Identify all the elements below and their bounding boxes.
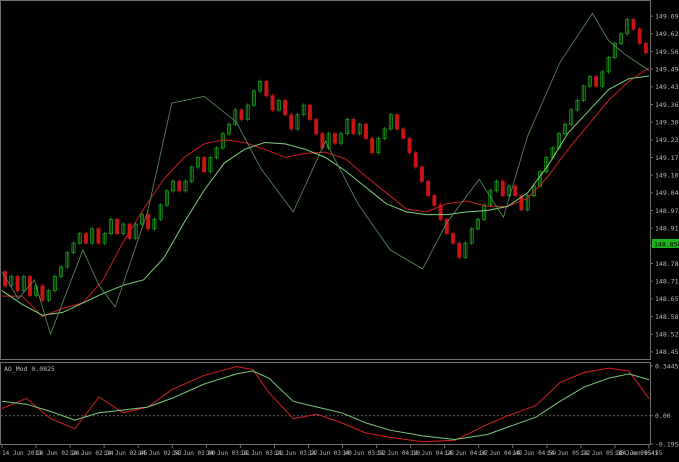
price-tick-label: 149.625: [655, 30, 679, 38]
price-tick-label: 149.430: [655, 83, 679, 91]
oscillator-tick-label: -0.1959: [655, 440, 679, 448]
bear-candle: [457, 242, 462, 258]
bear-candle: [370, 138, 375, 154]
bear-candle: [407, 138, 412, 154]
bear-candle: [419, 166, 424, 182]
bear-candle: [146, 214, 151, 230]
price-tick-label: 148.650: [655, 295, 679, 303]
price-tick-label: 148.780: [655, 260, 679, 268]
bear-candle: [202, 157, 207, 173]
bear-candle: [363, 123, 368, 139]
bear-candle: [84, 233, 88, 244]
bear-candle: [637, 28, 642, 44]
price-tick-label: 149.495: [655, 65, 679, 73]
oscillator-title: AO_Mod 0.0825: [4, 365, 55, 373]
current-price-label: 148.858: [654, 241, 679, 249]
bear-candle: [239, 109, 244, 120]
trading-chart[interactable]: 149.690 149.625 149.560 149.495 149.430 149.3…: [0, 0, 679, 458]
bear-candle: [332, 133, 337, 144]
bear-candle: [15, 276, 20, 292]
bear-candle: [401, 128, 406, 139]
time-tick-label: 14 Jun 05:55: [619, 450, 663, 457]
bear-candle: [413, 152, 418, 168]
bear-candle: [426, 180, 431, 196]
bear-candle: [283, 100, 288, 116]
bear-candle: [40, 285, 45, 301]
price-tick-label: 149.365: [655, 101, 679, 109]
price-tick-label: 149.300: [655, 118, 679, 126]
price-tick-label: 148.455: [655, 348, 679, 356]
bear-candle: [451, 233, 455, 244]
bear-candle: [264, 80, 269, 97]
bear-candle: [594, 76, 599, 87]
chart-svg: 149.690 149.625 149.560 149.495 149.430 149.3…: [0, 0, 679, 458]
price-tick-label: 148.975: [655, 207, 679, 215]
bear-candle: [438, 204, 443, 220]
price-tick-label: 148.715: [655, 277, 679, 285]
bear-candle: [307, 104, 312, 120]
price-tick-label: 149.235: [655, 136, 679, 144]
price-tick-label: 149.560: [655, 48, 679, 56]
oscillator-tick-label: 0.00: [655, 412, 671, 420]
chart-background: [0, 0, 679, 458]
bear-candle: [115, 218, 120, 235]
bear-candle: [395, 114, 399, 130]
price-tick-label: 149.690: [655, 12, 679, 20]
bear-candle: [631, 19, 636, 30]
price-tick-label: 149.105: [655, 171, 679, 179]
bear-candle: [96, 228, 101, 244]
price-tick-label: 148.520: [655, 330, 679, 338]
price-tick-label: 148.910: [655, 224, 679, 232]
price-tick-label: 149.170: [655, 154, 679, 162]
bear-candle: [314, 119, 319, 135]
bear-candle: [643, 42, 648, 54]
bear-candle: [500, 180, 505, 196]
bear-candle: [289, 114, 294, 130]
bear-candle: [177, 180, 182, 192]
oscillator-tick-label: 0.3445: [655, 362, 679, 370]
bear-candle: [351, 119, 356, 135]
bear-candle: [270, 95, 275, 111]
current-price-tag: 148.858: [652, 239, 679, 249]
bear-candle: [432, 195, 437, 206]
bear-candle: [513, 185, 518, 196]
price-tick-label: 148.585: [655, 313, 679, 321]
price-tick-label: 149.040: [655, 189, 679, 197]
